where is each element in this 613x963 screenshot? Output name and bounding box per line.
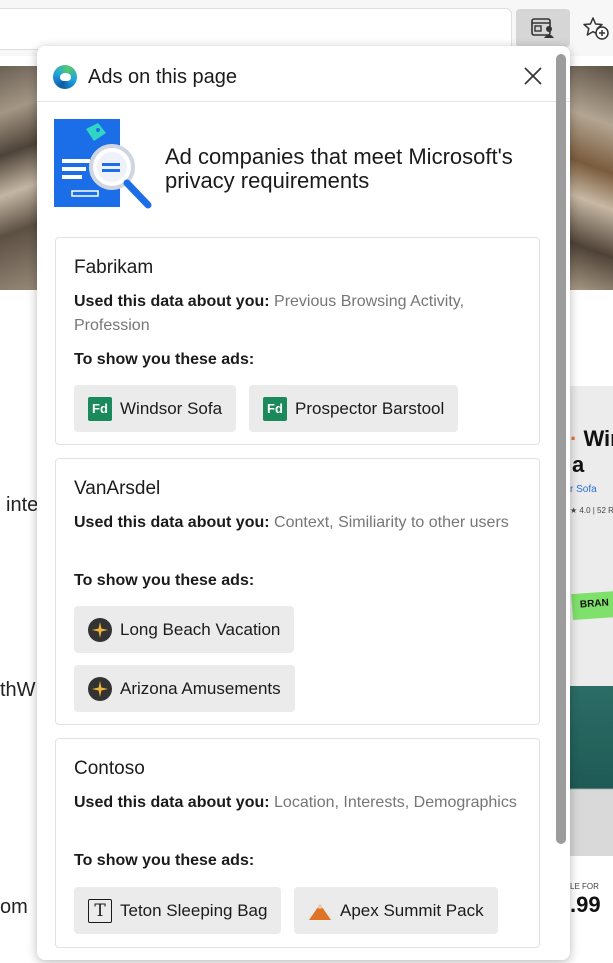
- ad-banner-sofa-image: [570, 686, 613, 856]
- page-text-fragment: om: [0, 896, 28, 918]
- fabrikam-logo-icon: Fd: [88, 396, 112, 421]
- company-card-contoso: Contoso Used this data about you: Locati…: [55, 738, 540, 948]
- panel-scrollbar[interactable]: [556, 54, 566, 844]
- company-card-vanarsdel: VanArsdel Used this data about you: Cont…: [55, 458, 540, 725]
- fabrikam-logo-icon: Fd: [263, 396, 287, 421]
- ad-banner-subtitle: r Sofa: [570, 484, 597, 495]
- ad-chip-teton-sleeping-bag[interactable]: T Teton Sleeping Bag: [74, 887, 282, 934]
- ads-on-page-icon: [531, 18, 554, 38]
- ads-on-page-button[interactable]: [516, 9, 570, 47]
- ad-banner-badge: BRAN: [571, 589, 613, 621]
- page-hero-image-right: [570, 66, 613, 290]
- ad-banner-title: · Wir: [570, 426, 613, 451]
- ad-chip-prospector-barstool[interactable]: Fd Prospector Barstool: [249, 385, 459, 432]
- ad-chip-windsor-sofa[interactable]: Fd Windsor Sofa: [74, 385, 237, 432]
- price-label: LE FOR: [570, 882, 599, 891]
- ads-shown-label: To show you these ads:: [74, 852, 255, 869]
- page-text-fragment: inte: [6, 494, 39, 516]
- ad-chip-apex-summit-pack[interactable]: Apex Summit Pack: [294, 887, 498, 934]
- ads-on-this-page-panel: Ads on this page Ad companies that meet …: [37, 46, 570, 960]
- ad-privacy-illustration-icon: [54, 119, 152, 209]
- data-used-text: Used this data about you: Context, Simil…: [74, 514, 509, 531]
- ad-chip-arizona-amusements[interactable]: Arizona Amusements: [74, 665, 295, 712]
- company-name: Fabrikam: [74, 257, 154, 278]
- airplane-icon: [88, 617, 112, 642]
- data-used-text: Used this data about you: Location, Inte…: [74, 794, 517, 811]
- page-hero-image-left: [0, 66, 38, 290]
- panel-header: Ads on this page: [37, 46, 570, 102]
- page-text-fragment: thW: [0, 679, 36, 701]
- edge-logo-icon: [53, 65, 77, 89]
- mountain-icon: [308, 899, 332, 923]
- price-value: .99: [570, 892, 601, 917]
- teton-logo-icon: T: [88, 898, 112, 923]
- panel-title: Ads on this page: [88, 66, 237, 88]
- data-used-text: Used this data about you: Previous Brows…: [74, 293, 465, 334]
- ad-chip-label: Prospector Barstool: [295, 398, 445, 418]
- page-ad-banner[interactable]: · Wir a r Sofa ★ 4.0 | 52 R BRAN: [570, 386, 613, 856]
- ads-shown-label: To show you these ads:: [74, 351, 255, 368]
- ad-chip-label: Arizona Amusements: [120, 678, 281, 698]
- add-favorite-icon: [582, 17, 609, 40]
- ad-chip-label: Long Beach Vacation: [120, 619, 281, 639]
- airplane-icon: [88, 676, 112, 701]
- ad-banner-rating: ★ 4.0 | 52 R: [570, 506, 613, 515]
- close-icon: [524, 67, 542, 85]
- ad-chip-long-beach-vacation[interactable]: Long Beach Vacation: [74, 606, 295, 653]
- ad-chip-label: Teton Sleeping Bag: [120, 900, 268, 920]
- panel-hero-title: Ad companies that meet Microsoft's priva…: [165, 144, 513, 193]
- add-favorite-button[interactable]: [578, 9, 613, 47]
- company-name: VanArsdel: [74, 478, 161, 499]
- company-card-fabrikam: Fabrikam Used this data about you: Previ…: [55, 237, 540, 445]
- address-bar[interactable]: [0, 8, 512, 50]
- company-name: Contoso: [74, 758, 145, 779]
- ad-chip-label: Windsor Sofa: [120, 398, 223, 418]
- ad-banner-title-line2: a: [572, 452, 585, 477]
- ads-shown-label: To show you these ads:: [74, 572, 255, 589]
- close-button[interactable]: [519, 62, 547, 90]
- ad-chip-label: Apex Summit Pack: [340, 900, 484, 920]
